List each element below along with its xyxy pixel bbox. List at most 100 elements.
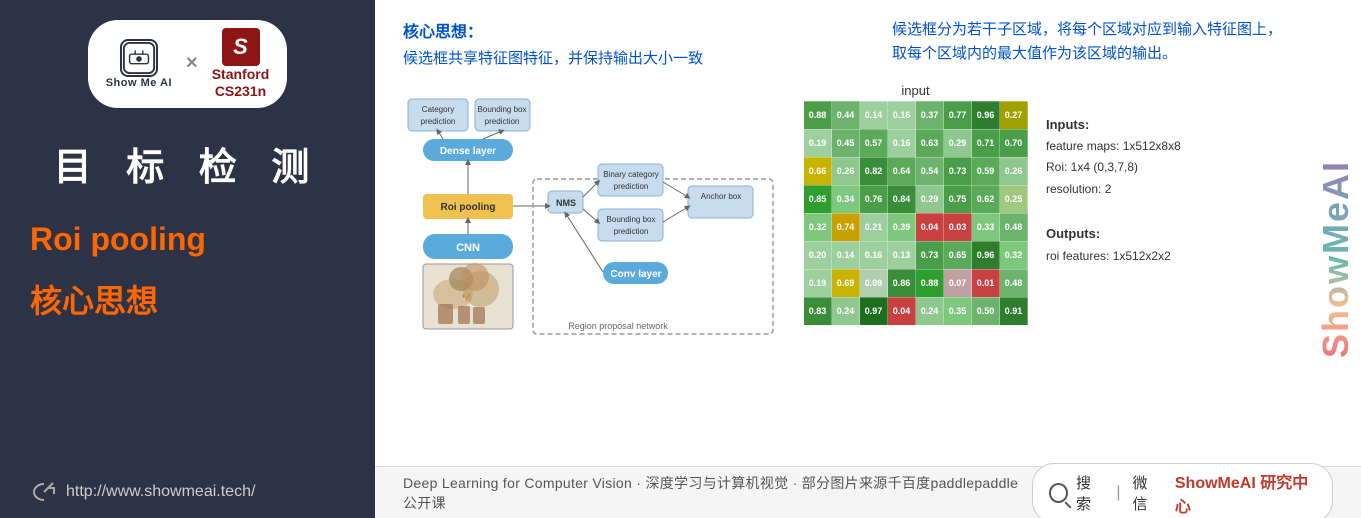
grid-cell: 0.73 — [944, 157, 972, 185]
core-idea-label: 核心思想 — [20, 276, 158, 322]
svg-text:Anchor box: Anchor box — [701, 192, 741, 201]
grid-cell: 0.16 — [888, 129, 916, 157]
sidebar: Show Me AI × S Stanford CS231n 目 标 检 测 R… — [0, 0, 375, 518]
grid-cell: 0.19 — [804, 269, 832, 297]
roi-pooling-label: Roi pooling — [20, 221, 206, 258]
outputs-heading: Outputs: — [1046, 222, 1181, 245]
grid-cell: 0.26 — [1000, 157, 1028, 185]
svg-text:prediction: prediction — [421, 117, 456, 126]
search-icon — [1049, 483, 1068, 503]
grid-cell: 0.83 — [804, 297, 832, 325]
svg-text:Category: Category — [422, 105, 454, 114]
core-idea-body: 候选框共享特征图特征，并保持输出大小一致 — [403, 48, 852, 71]
grid-cell: 0.66 — [804, 157, 832, 185]
grid-area: input 0.880.440.140.160.370.770.960.270.… — [803, 79, 1301, 326]
grid-cell: 0.48 — [1000, 213, 1028, 241]
grid-cell: 0.50 — [972, 297, 1000, 325]
grid-cell: 0.73 — [916, 241, 944, 269]
grid-cell: 0.82 — [860, 157, 888, 185]
grid-cell: 0.71 — [972, 129, 1000, 157]
grid-cell: 0.01 — [972, 269, 1000, 297]
grid-cell: 0.74 — [832, 213, 860, 241]
grid-cell: 0.44 — [832, 101, 860, 129]
grid-cell: 0.20 — [804, 241, 832, 269]
grid-cell: 0.91 — [1000, 297, 1028, 325]
bottom-text: Deep Learning for Computer Vision · 深度学习… — [403, 473, 1032, 513]
footer-url: http://www.showmeai.tech/ — [66, 483, 255, 501]
grid-cell: 0.16 — [888, 101, 916, 129]
grid-cell: 0.24 — [916, 297, 944, 325]
grid-cell: 0.75 — [944, 185, 972, 213]
inputs-heading: Inputs: — [1046, 113, 1181, 136]
svg-text:prediction: prediction — [614, 227, 649, 236]
grid-cell: 0.62 — [972, 185, 1000, 213]
grid-cell: 0.14 — [860, 101, 888, 129]
grid-cell: 0.25 — [1000, 185, 1028, 213]
grid-cell: 0.59 — [972, 157, 1000, 185]
grid-cell: 0.96 — [972, 241, 1000, 269]
grid-cell: 0.29 — [916, 185, 944, 213]
input-grid: 0.880.440.140.160.370.770.960.270.190.45… — [803, 101, 1028, 326]
middle-section: 🐕 CNN Roi pooling Dense layer — [375, 79, 1361, 467]
showmeai-logo: Show Me AI — [106, 39, 172, 89]
grid-cell: 0.33 — [972, 213, 1000, 241]
bottom-bar: Deep Learning for Computer Vision · 深度学习… — [375, 466, 1361, 518]
core-idea-left: 核心思想： 候选框共享特征图特征，并保持输出大小一致 — [403, 18, 852, 71]
grid-cell: 0.84 — [888, 185, 916, 213]
x-separator: × — [186, 52, 198, 75]
grid-cell: 0.54 — [916, 157, 944, 185]
svg-text:Bounding box: Bounding box — [607, 215, 656, 224]
grid-cell: 0.65 — [944, 241, 972, 269]
grid-cell: 0.34 — [832, 185, 860, 213]
grid-cell: 0.63 — [916, 129, 944, 157]
grid-cell: 0.48 — [1000, 269, 1028, 297]
sidebar-footer: http://www.showmeai.tech/ — [20, 478, 255, 506]
svg-text:Binary category: Binary category — [603, 170, 659, 179]
grid-cell: 0.32 — [1000, 241, 1028, 269]
grid-cell: 0.77 — [944, 101, 972, 129]
core-idea-heading: 核心思想： — [403, 18, 852, 42]
input-line1: feature maps: 1x512x8x8 — [1046, 136, 1181, 158]
grid-cell: 0.29 — [944, 129, 972, 157]
grid-cell: 0.45 — [832, 129, 860, 157]
svg-text:Region proposal network: Region proposal network — [568, 321, 668, 331]
stanford-text: Stanford CS231n — [212, 66, 270, 100]
info-panel: Inputs: feature maps: 1x512x8x8 Roi: 1x4… — [1046, 83, 1181, 268]
grid-label: input — [901, 83, 929, 98]
brand-label: ShowMeAI 研究中心 — [1175, 469, 1316, 517]
svg-text:Roi pooling: Roi pooling — [441, 202, 496, 213]
stanford-logo: S Stanford CS231n — [212, 28, 270, 100]
output-line1: roi features: 1x512x2x2 — [1046, 246, 1181, 268]
diagram-area: 🐕 CNN Roi pooling Dense layer — [403, 79, 783, 339]
grid-cell: 0.97 — [860, 297, 888, 325]
grid-cell: 0.37 — [916, 101, 944, 129]
grid-cell: 0.88 — [804, 101, 832, 129]
grid-cell: 0.24 — [832, 297, 860, 325]
main-content: ShowMeAI 核心思想： 候选框共享特征图特征，并保持输出大小一致 候选框分… — [375, 0, 1361, 518]
grid-cell: 0.76 — [860, 185, 888, 213]
grid-cell: 0.86 — [888, 269, 916, 297]
grid-cell: 0.88 — [916, 269, 944, 297]
core-idea-right-text: 候选框分为若干子区域，将每个区域对应到输入特征图上，取每个区域内的最大值作为该区… — [892, 18, 1341, 66]
grid-cell: 0.07 — [944, 269, 972, 297]
search-label: 搜索 — [1076, 472, 1104, 514]
grid-cell: 0.14 — [832, 241, 860, 269]
grid-cell: 0.35 — [944, 297, 972, 325]
grid-cell: 0.39 — [888, 213, 916, 241]
top-band: 核心思想： 候选框共享特征图特征，并保持输出大小一致 候选框分为若干子区域，将每… — [375, 0, 1361, 79]
grid-cell: 0.16 — [860, 241, 888, 269]
grid-cell: 0.04 — [916, 213, 944, 241]
svg-text:Dense layer: Dense layer — [440, 146, 496, 157]
search-widget[interactable]: 搜索 | 微信 ShowMeAI 研究中心 — [1032, 463, 1333, 518]
logo-area: Show Me AI × S Stanford CS231n — [88, 20, 288, 108]
grid-cell: 0.21 — [860, 213, 888, 241]
showmeai-label: Show Me AI — [106, 77, 172, 89]
architecture-diagram: 🐕 CNN Roi pooling Dense layer — [403, 79, 783, 339]
grid-cell: 0.19 — [804, 129, 832, 157]
grid-cell: 0.96 — [972, 101, 1000, 129]
grid-cell: 0.57 — [860, 129, 888, 157]
grid-cell: 0.69 — [832, 269, 860, 297]
grid-cell: 0.64 — [888, 157, 916, 185]
svg-text:prediction: prediction — [485, 117, 520, 126]
grid-cell: 0.26 — [832, 157, 860, 185]
